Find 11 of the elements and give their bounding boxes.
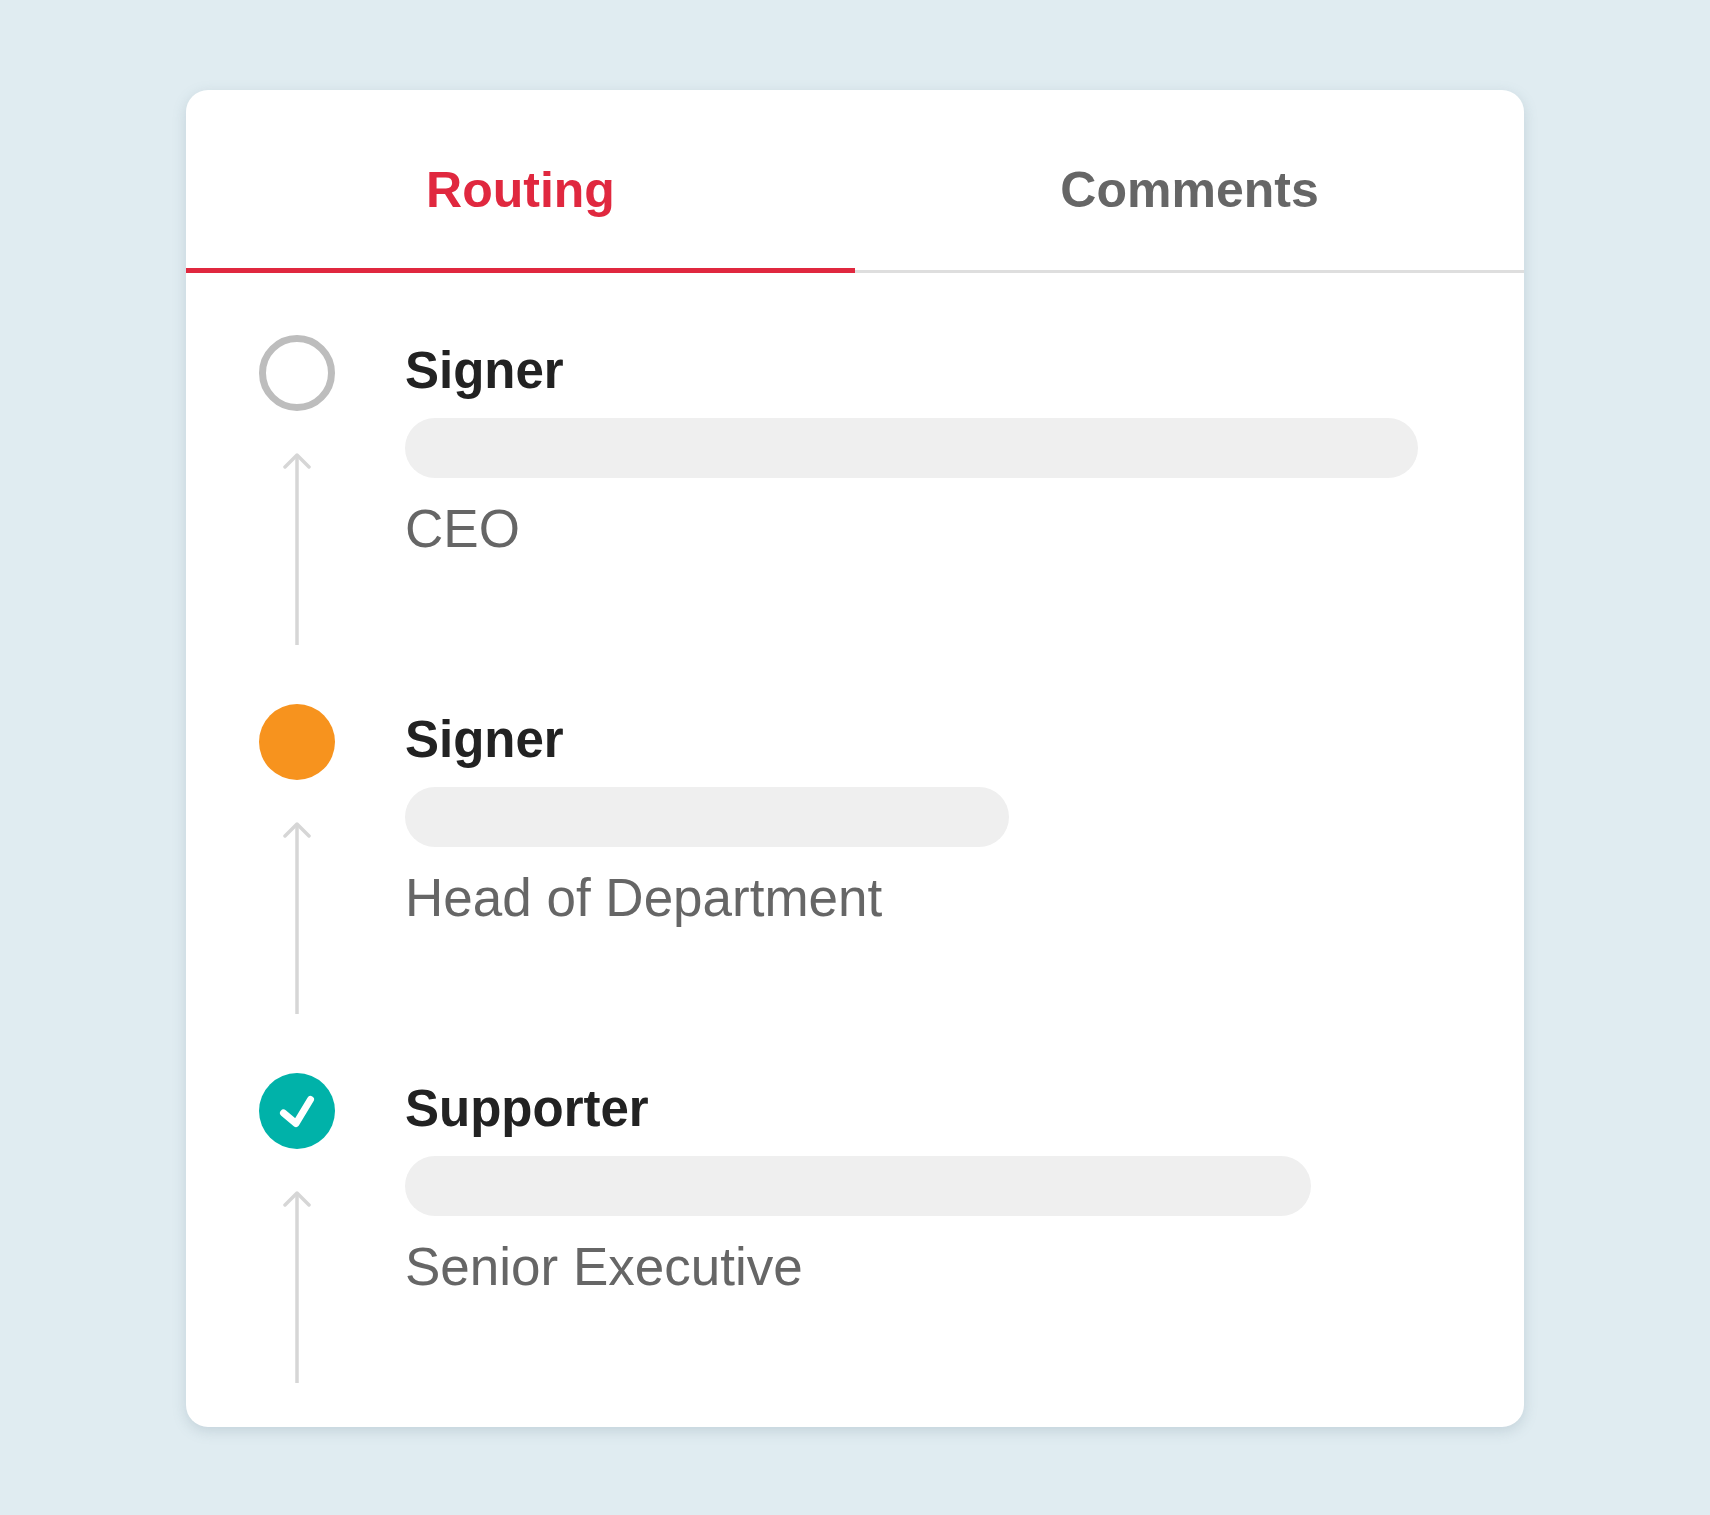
tab[interactable]: Comments [855, 90, 1524, 273]
check-circle-icon [259, 1073, 335, 1149]
step-role: Signer [405, 341, 564, 401]
tab[interactable]: Routing [186, 90, 855, 273]
step-position: CEO [405, 498, 520, 560]
step-position: Head of Department [405, 867, 883, 929]
filled-dot-icon [259, 704, 335, 780]
step-role: Signer [405, 710, 564, 770]
empty-ring-icon [259, 335, 335, 411]
step-position: Senior Executive [405, 1236, 803, 1298]
step-role: Supporter [405, 1079, 649, 1139]
